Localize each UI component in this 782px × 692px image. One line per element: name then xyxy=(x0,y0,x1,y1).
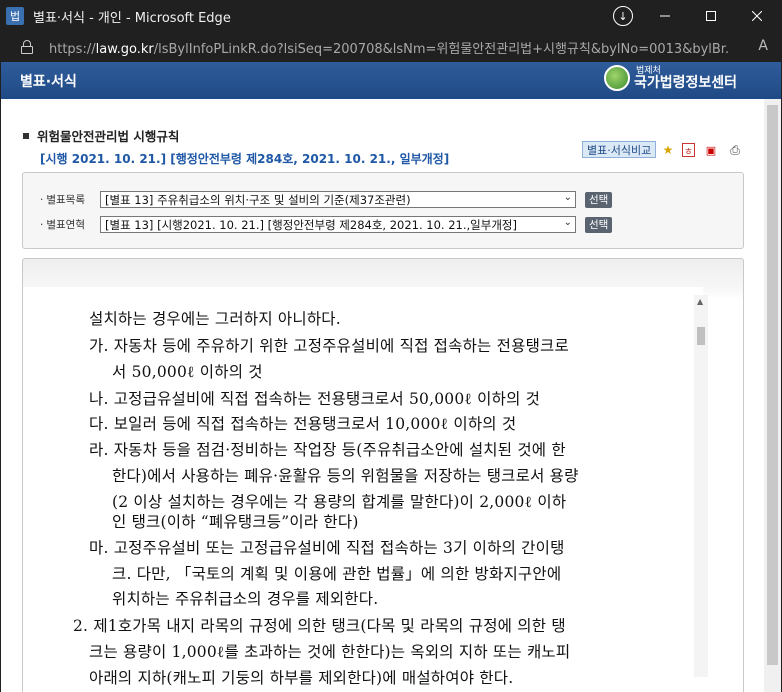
close-icon xyxy=(752,11,762,21)
bullet-icon xyxy=(23,132,29,139)
url-text[interactable]: https://law.go.kr/lsBylInfoPLinkR.do?lsi… xyxy=(49,38,729,57)
doc-line: 크는 용량이 1,000ℓ를 초과하는 것에 한한다)는 옥외의 지하 또는 캐… xyxy=(89,643,571,661)
favorite-icon[interactable]: ★ xyxy=(660,142,676,158)
document-body: 설치하는 경우에는 그러하지 아니하다. 가. 자동차 등에 주유하기 위한 고… xyxy=(23,287,703,692)
document-scroll-thumb[interactable] xyxy=(697,327,705,345)
pdf-icon[interactable]: ▣ xyxy=(703,142,719,158)
document-scrollbar[interactable]: ▲ xyxy=(694,295,708,677)
logo-emblem-icon xyxy=(603,65,630,91)
compare-button[interactable]: 별표·서식비교 xyxy=(582,141,657,158)
page: 별표·서식 법제처 국가법령정보센터 위험물안전관리법 시행규칙 [시행 202… xyxy=(1,62,781,692)
minimize-icon xyxy=(660,15,670,17)
page-scroll-thumb[interactable] xyxy=(767,105,778,665)
window-title: 별표·서식 - 개인 - Microsoft Edge xyxy=(33,10,231,26)
doc-line: 크. 다만, 「국토의 계획 및 이용에 관한 법률」에 의한 방화지구안에 xyxy=(112,565,562,583)
app-icon: 법 xyxy=(6,7,24,25)
law-info: [시행 2021. 10. 21.] [행정안전부령 제284호, 2021. … xyxy=(40,152,450,166)
doc-line: 아래의 지하(캐노피 기둥의 하부를 제외한다)에 매설하여야 한다. xyxy=(89,669,514,687)
print-icon[interactable]: ⎙ xyxy=(727,142,743,158)
doc-line: 인 탱크(이하 “폐유탱크등”이라 한다) xyxy=(112,513,359,531)
doc-line: 위치하는 주유취급소의 경우를 제외한다. xyxy=(112,590,379,608)
appendix-history-label: 별표연혁 xyxy=(40,217,100,232)
window-title-bar: 법 별표·서식 - 개인 - Microsoft Edge ↓ xyxy=(0,0,782,32)
page-scrollbar[interactable] xyxy=(764,99,781,692)
law-name: 위험물안전관리법 시행규칙 xyxy=(37,129,180,144)
chevron-down-icon: ⌄ xyxy=(563,217,572,228)
lock-icon[interactable] xyxy=(21,40,33,54)
law-heading: 위험물안전관리법 시행규칙 [시행 2021. 10. 21.] [행정안전부령… xyxy=(23,126,449,167)
appendix-list-select[interactable]: [별표 13] 주유취급소의 위치·구조 및 설비의 기준(제37조관련) ⌄ xyxy=(100,191,576,208)
scroll-up-icon[interactable]: ▲ xyxy=(697,297,703,306)
doc-line: 가. 자동차 등에 주유하기 위한 고정주유설비에 직접 접속하는 전용탱크로 xyxy=(89,337,569,355)
chevron-down-icon: ⌄ xyxy=(563,192,572,203)
download-arrow-icon: ↓ xyxy=(613,6,633,26)
doc-line: 서 50,000ℓ 이하의 것 xyxy=(112,363,263,381)
appendix-list-label: 별표목록 xyxy=(40,192,100,207)
hwp-icon[interactable]: ㅎ xyxy=(682,143,695,158)
doc-line: (2 이상 설치하는 경우에는 각 용량의 합계를 말한다)이 2,000ℓ 이… xyxy=(112,493,567,511)
doc-line: 나. 고정급유설비에 직접 접속하는 전용탱크로서 50,000ℓ 이하의 것 xyxy=(89,390,541,408)
appendix-list-select-button[interactable]: 선택 xyxy=(585,191,613,208)
appendix-history-select-button[interactable]: 선택 xyxy=(585,216,613,233)
doc-line: 설치하는 경우에는 그러하지 아니하다. xyxy=(89,310,341,328)
doc-line: 라. 자동차 등을 점검·정비하는 작업장 등(주유취급소안에 설치된 것에 한 xyxy=(89,441,566,459)
site-logo[interactable]: 법제처 국가법령정보센터 xyxy=(603,65,737,91)
doc-line: 다. 보일러 등에 직접 접속하는 전용탱크로서 10,000ℓ 이하의 것 xyxy=(89,415,517,433)
page-title: 별표·서식 xyxy=(20,73,77,90)
appendix-history-select[interactable]: [별표 13] [시행2021. 10. 21.] [행정안전부령 제284호,… xyxy=(100,216,576,233)
doc-line: 2. 제1호가목 내지 라목의 규정에 의한 탱크(다목 및 라목의 규정에 의… xyxy=(73,617,566,635)
maximize-icon xyxy=(706,11,716,21)
read-aloud-icon[interactable]: A xyxy=(758,38,768,54)
select-panel: 별표목록 [별표 13] 주유취급소의 위치·구조 및 설비의 기준(제37조관… xyxy=(22,172,744,249)
minimize-button[interactable] xyxy=(642,0,688,32)
downloads-button[interactable]: ↓ xyxy=(600,0,646,32)
close-button[interactable] xyxy=(734,0,780,32)
document-viewer: 설치하는 경우에는 그러하지 아니하다. 가. 자동차 등에 주유하기 위한 고… xyxy=(22,258,744,692)
page-header: 별표·서식 법제처 국가법령정보센터 xyxy=(1,62,781,99)
address-bar[interactable]: https://law.go.kr/lsBylInfoPLinkR.do?lsi… xyxy=(0,32,782,62)
maximize-button[interactable] xyxy=(688,0,734,32)
logo-name: 국가법령정보센터 xyxy=(633,74,737,91)
doc-line: 마. 고정주유설비 또는 고정급유설비에 직접 접속하는 3기 이하의 간이탱 xyxy=(89,539,565,557)
doc-line: 한다)에서 사용하는 폐유·윤활유 등의 위험물을 저장하는 탱크로서 용량 xyxy=(112,467,579,485)
